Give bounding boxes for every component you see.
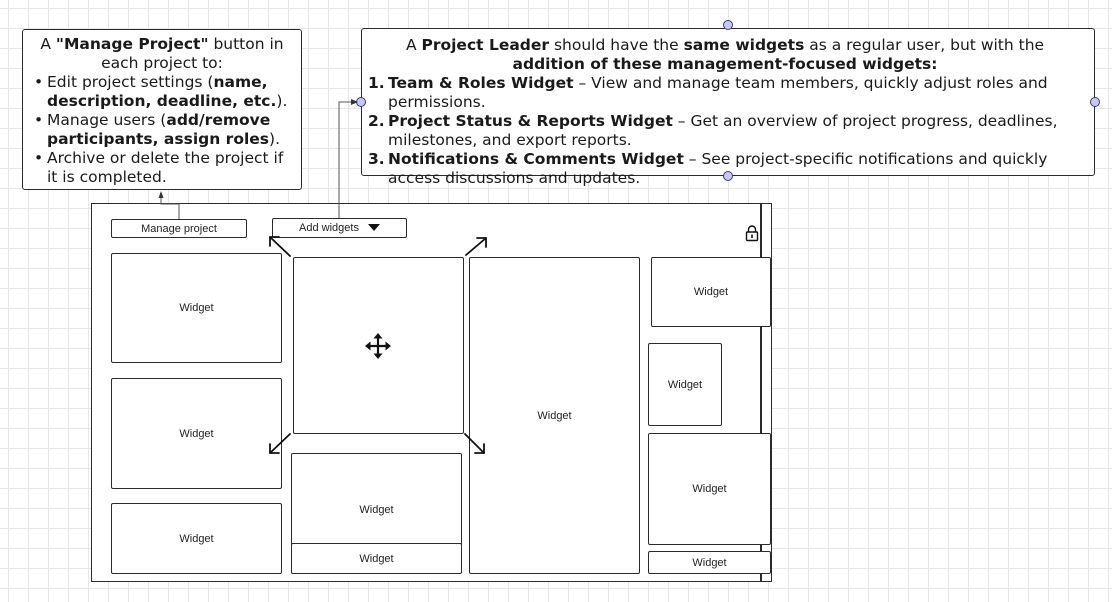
- resize-arrow-icon: [465, 237, 487, 256]
- connector-layer: [158, 99, 487, 454]
- connector-line: [160, 197, 180, 219]
- resize-arrow-icon: [269, 236, 291, 257]
- resize-arrow-icon: [464, 433, 485, 454]
- connector-line: [338, 101, 352, 218]
- connector-arrowhead: [351, 99, 358, 105]
- resize-arrow-icon: [269, 433, 291, 454]
- connector-arrowhead: [158, 191, 164, 198]
